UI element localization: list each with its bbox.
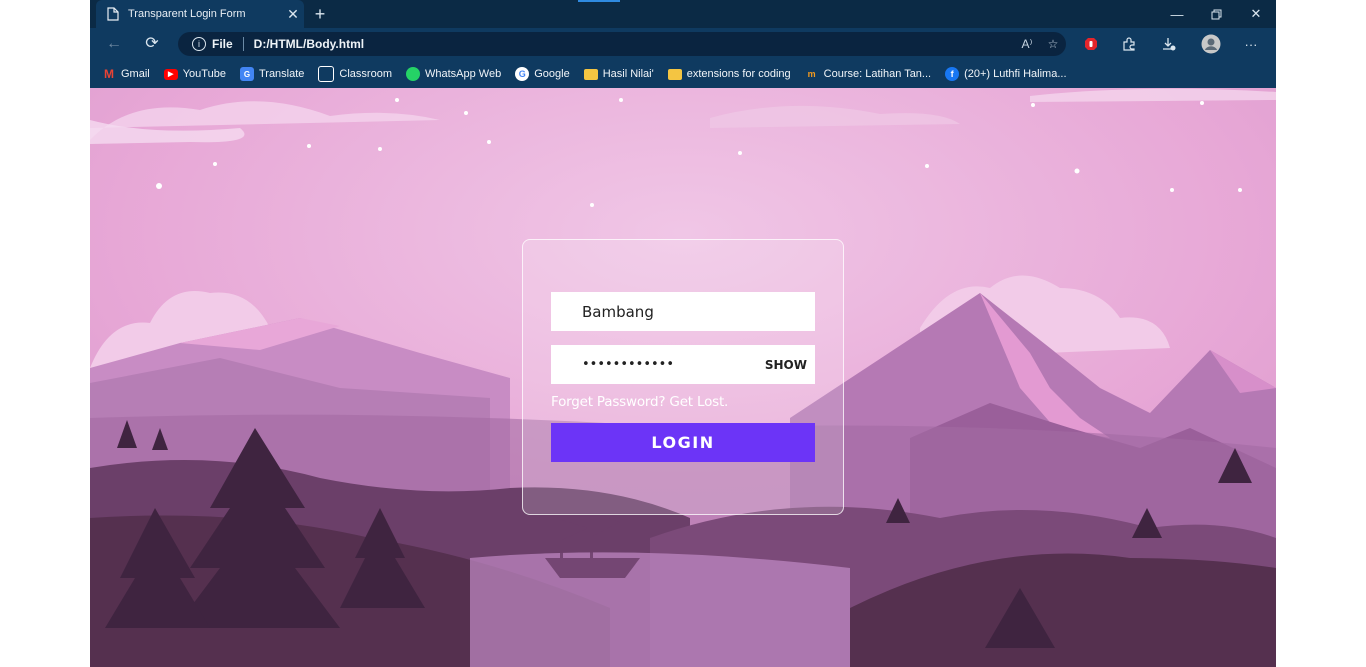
new-tab-button[interactable]: + <box>308 2 332 26</box>
tab-bar: Transparent Login Form ✕ + — ✕ <box>90 0 1276 28</box>
show-password-button[interactable]: SHOW <box>765 358 807 372</box>
downloads-icon[interactable] <box>1156 32 1182 56</box>
scheme-label: File <box>212 37 233 51</box>
bookmark-item[interactable]: f (20+) Luthfi Halima... <box>945 67 1067 81</box>
gmail-icon: M <box>104 67 114 81</box>
bookmark-label: Hasil Nilai' <box>602 68 654 80</box>
whatsapp-icon <box>406 67 420 81</box>
username-input[interactable]: Bambang <box>582 303 815 321</box>
page-icon <box>106 7 120 21</box>
info-icon[interactable]: i <box>192 37 206 51</box>
adblock-extension-icon[interactable] <box>1078 32 1104 56</box>
bookmark-item[interactable]: m Course: Latihan Tan... <box>805 67 931 81</box>
bookmark-label: Course: Latihan Tan... <box>823 68 932 80</box>
bookmark-label: YouTube <box>182 68 226 80</box>
youtube-icon: ▶ <box>163 68 178 80</box>
bookmark-label: Google <box>534 68 570 80</box>
folder-icon <box>667 68 682 80</box>
login-card: Bambang •••••••••••• SHOW Forget Passwor… <box>522 239 844 515</box>
more-menu-icon[interactable]: ··· <box>1238 32 1264 56</box>
tab-active[interactable]: Transparent Login Form ✕ <box>96 0 304 28</box>
minimize-icon[interactable]: — <box>1158 0 1196 28</box>
bookmark-item[interactable]: Classroom <box>318 66 392 82</box>
back-icon[interactable]: ← <box>100 32 128 56</box>
classroom-icon <box>318 66 335 82</box>
translate-icon: G <box>239 67 254 81</box>
password-field[interactable]: •••••••••••• SHOW <box>551 345 815 384</box>
bookmark-item[interactable]: G Translate <box>239 67 305 81</box>
course-icon: m <box>807 69 816 79</box>
close-window-icon[interactable]: ✕ <box>1237 0 1275 28</box>
bookmark-label: WhatsApp Web <box>425 68 502 80</box>
bookmark-item[interactable]: G Google <box>515 67 570 81</box>
google-icon: G <box>515 67 530 81</box>
password-input[interactable]: •••••••••••• <box>582 357 765 372</box>
extensions-icon[interactable] <box>1116 32 1142 56</box>
navigation-bar: ← ⟳ i File D:/HTML/Body.html A⁾ ☆ ··· <box>90 28 1276 60</box>
tab-title: Transparent Login Form <box>128 8 246 20</box>
bookmark-label: extensions for coding <box>686 68 791 80</box>
folder-icon <box>583 68 598 80</box>
favorite-add-icon[interactable]: ☆ <box>1040 37 1066 51</box>
bookmark-item[interactable]: Hasil Nilai' <box>583 68 654 80</box>
forgot-password-link[interactable]: Forget Password? Get Lost. <box>551 394 728 410</box>
bookmark-label: (20+) Luthfi Halima... <box>964 68 1067 80</box>
tab-indicator <box>578 0 620 2</box>
bookmark-label: Translate <box>258 68 305 80</box>
facebook-icon: f <box>945 67 960 81</box>
bookmark-item[interactable]: M Gmail <box>102 67 150 81</box>
bookmark-item[interactable]: extensions for coding <box>667 68 791 80</box>
address-divider <box>242 37 244 51</box>
refresh-icon[interactable]: ⟳ <box>138 32 166 56</box>
login-button[interactable]: LOGIN <box>551 423 815 462</box>
bookmark-label: Classroom <box>339 68 392 80</box>
page-content: Bambang •••••••••••• SHOW Forget Passwor… <box>90 88 1276 667</box>
bookmark-label: Gmail <box>121 68 150 80</box>
profile-avatar-icon[interactable] <box>1198 32 1224 56</box>
bookmark-item[interactable]: WhatsApp Web <box>406 67 501 81</box>
read-aloud-icon[interactable]: A⁾ <box>1014 37 1040 51</box>
browser-window: Transparent Login Form ✕ + — ✕ ← ⟳ i Fil… <box>90 0 1276 667</box>
restore-icon[interactable] <box>1197 0 1235 28</box>
bookmark-item[interactable]: ▶ YouTube <box>163 68 226 80</box>
close-tab-icon[interactable]: ✕ <box>282 6 304 23</box>
address-bar[interactable]: i File D:/HTML/Body.html A⁾ ☆ <box>178 32 1066 56</box>
username-field[interactable]: Bambang <box>551 292 815 331</box>
url-text[interactable]: D:/HTML/Body.html <box>254 37 1014 51</box>
bookmarks-bar: M Gmail ▶ YouTube G Translate Classroom WhatsAp… <box>90 60 1276 88</box>
